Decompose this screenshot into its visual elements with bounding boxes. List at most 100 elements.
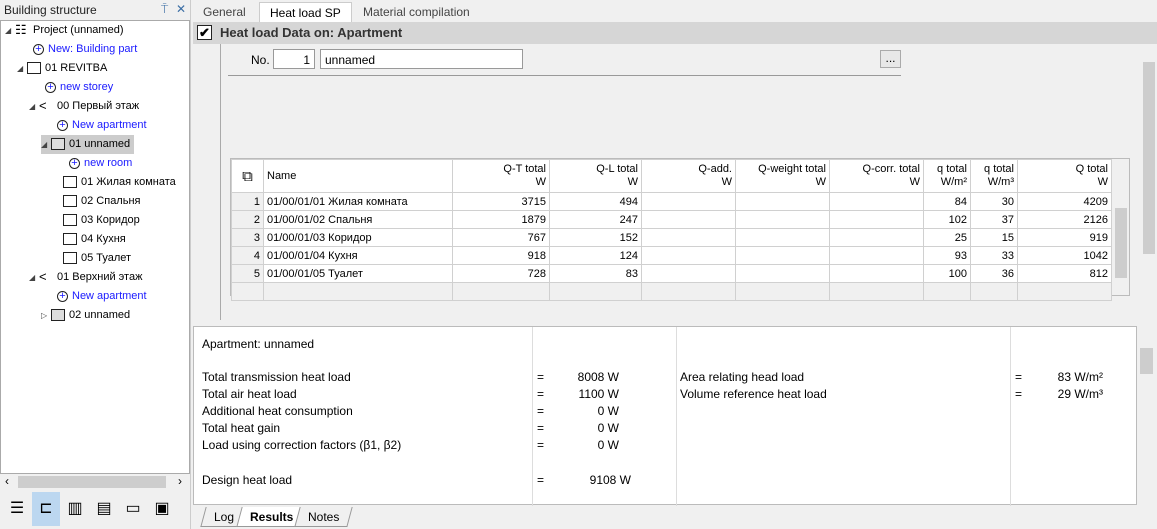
cell: 01/00/01/05 Туалет [263,264,453,283]
cell [829,210,924,229]
form-vertical-scrollbar[interactable] [1141,44,1157,320]
cell [735,192,830,211]
column-header[interactable]: Q-add. W [641,159,736,193]
list-icon[interactable]: ☰ [3,492,31,526]
row-number: 1 [231,192,264,211]
results-vertical-scrollbar[interactable] [1137,326,1157,505]
copy-icon[interactable]: ⧉ [231,159,264,193]
column-header[interactable]: q total W/m³ [970,159,1018,193]
expand-arrow-icon[interactable]: ◢ [5,21,15,40]
column-unit: W/m² [940,176,967,188]
result-label: Total air heat load [202,387,297,401]
tree-item[interactable]: ◢ <00 Первый этаж [29,97,139,116]
result-value: 0 W [597,404,619,418]
column-header[interactable]: Q total W [1017,159,1112,193]
panel-title: Building structure [4,3,97,17]
results-title: Apartment: unnamed [202,337,315,351]
cell: 01/00/01/03 Коридор [263,228,453,247]
cell [735,210,830,229]
layers-icon[interactable]: ▭ [119,492,147,526]
column-header[interactable]: q total W/m² [923,159,971,193]
card-icon[interactable]: ▣ [148,492,176,526]
column-header[interactable]: Q-T total W [452,159,550,193]
tree-item[interactable]: + New apartment [47,287,147,306]
cell [641,192,736,211]
tree-item-label: 01 unnamed [69,138,131,150]
result-label: Total heat gain [202,421,281,435]
expand-arrow-icon[interactable]: ◢ [41,135,51,154]
tree-item[interactable]: 03 Коридор [53,211,140,230]
expand-arrow-icon[interactable]: ◢ [17,59,27,78]
room-icon [63,252,77,265]
cell: 15 [970,228,1018,247]
tab-heat-load-sp[interactable]: Heat load SP [259,2,352,22]
project-icon: ☷ [15,23,29,37]
tab-material-compilation[interactable]: Material compilation [353,2,480,22]
tree-item-label: 02 unnamed [69,309,131,321]
radiator-icon[interactable]: ▥ [61,492,89,526]
tree-item[interactable]: + new storey [35,78,113,97]
column-title: q total [984,163,1014,175]
design-heat-load-value: 9108 W [589,473,631,487]
heat-load-checkbox[interactable]: ✔ [197,25,212,40]
expand-arrow-icon[interactable]: ◢ [29,97,39,116]
column-header[interactable]: Q-corr. total W [829,159,924,193]
tree-item-label: New apartment [72,290,147,302]
column-title: Q-weight total [758,163,826,175]
grid-vertical-scrollbar[interactable] [1113,192,1129,295]
table-row[interactable]: 2 01/00/01/02 Спальня 1879 247 102 37 2126 [231,210,1112,229]
tree-item[interactable]: ◢ ☷ Project (unnamed) [5,21,124,40]
tree-item[interactable]: 01 Жилая комната [53,173,176,192]
cell: 812 [1017,264,1112,283]
structure-icon[interactable]: ⊏ [32,492,60,526]
name-input[interactable]: unnamed [320,49,523,69]
cell: 494 [549,192,642,211]
more-button[interactable]: ... [880,50,901,68]
tree-item[interactable]: ◢ 01 unnamed [41,135,135,154]
cell [829,246,924,265]
tree-item[interactable]: 04 Кухня [53,230,126,249]
storey-icon: < [39,99,53,113]
pin-icon[interactable]: ⍑ [161,2,168,17]
apartment-icon [51,138,65,151]
tree-item-label: 00 Первый этаж [57,100,140,112]
column-title: Name [267,169,297,182]
rooms-grid: ⧉ Name Q-T total W Q-L total W Q-add. W Q-weight… [230,158,1130,301]
tree-item[interactable]: + New apartment [47,116,147,135]
column-header[interactable]: Q-L total W [549,159,642,193]
table-row[interactable]: 5 01/00/01/05 Туалет 728 83 100 36 812 [231,264,1112,283]
document-icon[interactable]: ▤ [90,492,118,526]
cell: 247 [549,210,642,229]
room-icon [63,195,77,208]
add-icon: + [45,81,56,93]
table-row[interactable]: 1 01/00/01/01 Жилая комната 3715 494 84 30 420… [231,192,1112,211]
tree-item[interactable]: ◢ <01 Верхний этаж [29,268,142,287]
expand-arrow-icon[interactable]: ◢ [29,268,39,287]
tab-general[interactable]: General [193,2,256,22]
row-number: 2 [231,210,264,229]
add-icon: + [57,290,68,302]
column-header[interactable]: Name [263,159,453,193]
tree-item[interactable]: ▷ 02 unnamed [41,306,130,325]
cell [641,210,736,229]
tree-item[interactable]: + new room [59,154,132,173]
column-header[interactable]: Q-weight total W [735,159,830,193]
close-icon[interactable]: ✕ [176,2,186,16]
result-label: Load using correction factors (β1, β2) [202,438,402,452]
table-row[interactable]: 3 01/00/01/03 Коридор 767 152 25 15 919 [231,228,1112,247]
tree-item[interactable]: + New: Building part [23,40,137,59]
building-structure-panel: Building structure ⍑ ✕ ◢ ☷ Project (unname… [0,0,191,529]
tree-item-label: 05 Туалет [81,252,132,264]
cell [735,228,830,247]
expand-arrow-icon[interactable]: ▷ [41,306,51,325]
cell: 1879 [452,210,550,229]
tree-item[interactable]: 02 Спальня [53,192,141,211]
tree-horizontal-scrollbar[interactable]: ‹ › [0,474,190,490]
number-input[interactable]: 1 [273,49,315,69]
tab-label: Results [250,510,294,524]
tree-item[interactable]: 05 Туалет [53,249,131,268]
cell: 767 [452,228,550,247]
tree-item[interactable]: ◢ 01 REVITBA [17,59,107,78]
table-row[interactable]: 4 01/00/01/04 Кухня 918 124 93 33 1042 [231,246,1112,265]
tab-notes[interactable]: Notes [294,507,354,527]
